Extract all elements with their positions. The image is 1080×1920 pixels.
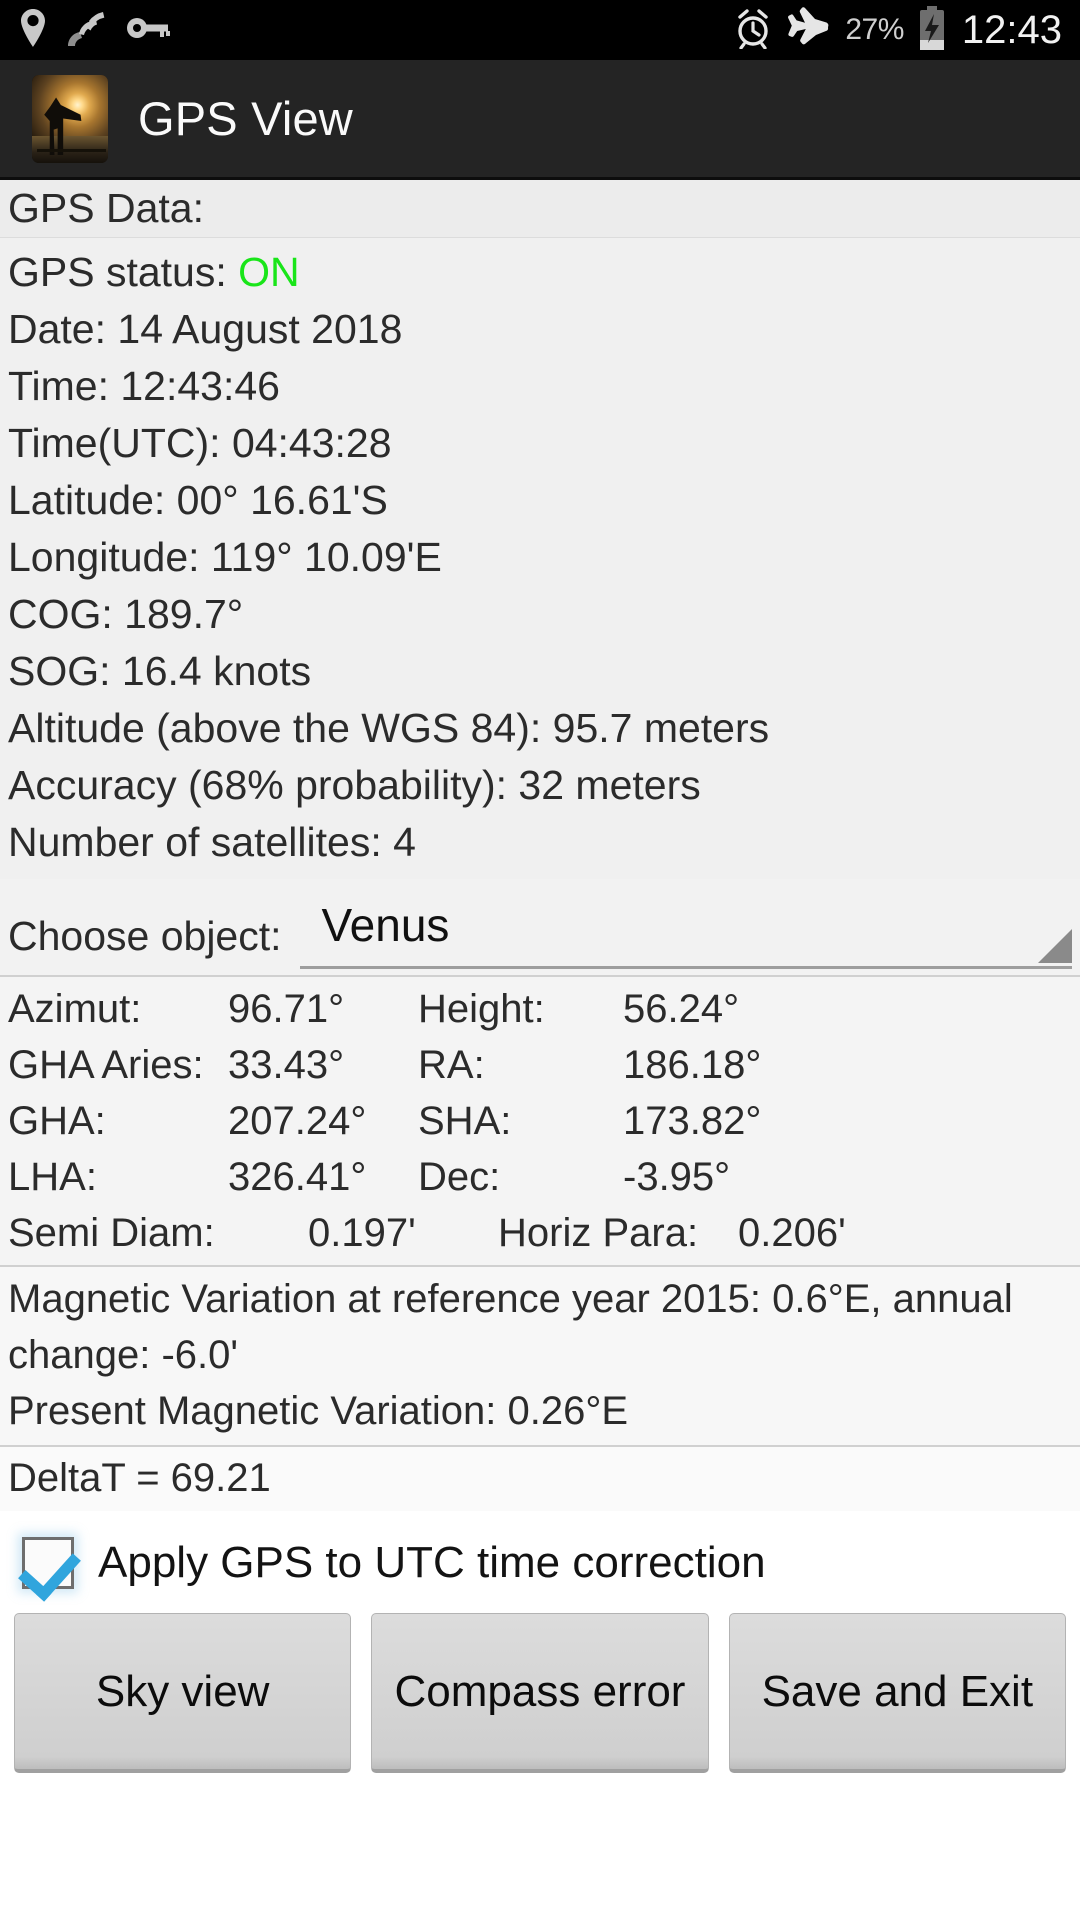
table-row: GHA: 207.24° SHA: 173.82° <box>0 1093 1080 1149</box>
astro-label-horiz-para: Horiz Para: <box>498 1211 699 1255</box>
delta-t-panel: DeltaT = 69.21 <box>0 1447 1080 1511</box>
astro-value-azimut: 96.71° <box>228 987 345 1031</box>
astro-value-gha-aries: 33.43° <box>228 1043 345 1087</box>
table-row: Semi Diam: 0.197' Horiz Para: 0.206' <box>0 1205 1080 1261</box>
astro-value-sha: 173.82° <box>623 1099 762 1143</box>
astro-value-lha: 326.41° <box>228 1155 367 1199</box>
apply-gps-utc-correction-row[interactable]: Apply GPS to UTC time correction <box>0 1511 1080 1607</box>
astro-value-gha: 207.24° <box>228 1099 367 1143</box>
astro-data-table: Azimut: 96.71° Height: 56.24° GHA Aries:… <box>0 977 1080 1265</box>
choose-object-label: Choose object: <box>8 913 282 959</box>
gps-satellite-icon <box>66 8 108 53</box>
gps-data-header: GPS Data: <box>8 185 204 231</box>
gps-latitude-line: Latitude: 00° 16.61'S <box>8 477 388 523</box>
action-bar: GPS View <box>0 60 1080 180</box>
gps-status-label: GPS status: <box>8 249 239 295</box>
compass-error-button[interactable]: Compass error <box>371 1613 709 1773</box>
present-magnetic-variation-text: Present Magnetic Variation: 0.26°E <box>8 1389 629 1433</box>
chevron-down-icon <box>1038 929 1072 963</box>
location-pin-icon <box>18 8 48 53</box>
choose-object-row: Choose object: Venus <box>0 879 1080 975</box>
save-and-exit-button[interactable]: Save and Exit <box>728 1613 1066 1773</box>
vpn-key-icon <box>126 15 170 46</box>
magnetic-variation-panel: Magnetic Variation at reference year 201… <box>0 1267 1080 1445</box>
bottom-spacer <box>0 1773 1080 1893</box>
battery-charging-icon <box>918 5 946 55</box>
gps-data-panel: GPS status: ON Date: 14 August 2018 Time… <box>0 238 1080 879</box>
choose-object-spinner[interactable]: Venus <box>299 895 1072 969</box>
magnetic-variation-text: Magnetic Variation at reference year 201… <box>8 1277 1013 1377</box>
gps-view-app-icon <box>32 74 108 163</box>
gps-cog-line: COG: 189.7° <box>8 591 244 637</box>
gps-status-line: GPS status: ON <box>0 244 1080 301</box>
status-bar-left-icons <box>18 8 170 53</box>
astro-label-height: Height: <box>418 987 545 1031</box>
gps-time-utc-line: Time(UTC): 04:43:28 <box>8 420 392 466</box>
astro-label-azimut: Azimut: <box>8 987 142 1031</box>
choose-object-value: Venus <box>321 899 450 951</box>
astro-label-gha-aries: GHA Aries: <box>8 1043 204 1087</box>
astro-label-lha: LHA: <box>8 1155 97 1199</box>
gps-time-line: Time: 12:43:46 <box>8 363 280 409</box>
main-content: GPS Data: GPS status: ON Date: 14 August… <box>0 180 1080 1893</box>
status-bar-clock: 12:43 <box>961 7 1062 52</box>
gps-data-header-panel: GPS Data: <box>0 180 1080 237</box>
status-bar-right-icons: 27% 12:43 <box>733 5 1062 55</box>
gps-longitude-line: Longitude: 119° 10.09'E <box>8 534 442 580</box>
apply-gps-utc-correction-checkbox[interactable] <box>22 1537 74 1589</box>
sky-view-button[interactable]: Sky view <box>14 1613 352 1773</box>
gps-satellites-line: Number of satellites: 4 <box>8 819 416 865</box>
astro-value-height: 56.24° <box>623 987 740 1031</box>
apply-gps-utc-correction-label: Apply GPS to UTC time correction <box>98 1538 766 1587</box>
astro-value-dec: -3.95° <box>623 1155 731 1199</box>
astro-label-semi-diam: Semi Diam: <box>8 1211 215 1255</box>
table-row: LHA: 326.41° Dec: -3.95° <box>0 1149 1080 1205</box>
button-row: Sky view Compass error Save and Exit <box>0 1607 1080 1773</box>
astro-value-semi-diam: 0.197' <box>308 1211 416 1255</box>
gps-accuracy-line: Accuracy (68% probability): 32 meters <box>8 762 701 808</box>
alarm-clock-icon <box>733 7 773 54</box>
delta-t-text: DeltaT = 69.21 <box>8 1456 271 1500</box>
astro-label-gha: GHA: <box>8 1099 106 1143</box>
table-row: GHA Aries: 33.43° RA: 186.18° <box>0 1037 1080 1093</box>
astro-label-ra: RA: <box>418 1043 485 1087</box>
astro-value-ra: 186.18° <box>623 1043 762 1087</box>
astro-label-dec: Dec: <box>418 1155 501 1199</box>
status-bar: 27% 12:43 <box>0 0 1080 60</box>
astro-label-sha: SHA: <box>418 1099 512 1143</box>
battery-percent-label: 27% <box>845 13 904 46</box>
gps-status-value: ON <box>238 249 300 295</box>
astro-value-horiz-para: 0.206' <box>738 1211 846 1255</box>
gps-sog-line: SOG: 16.4 knots <box>8 648 312 694</box>
airplane-mode-icon <box>787 6 831 54</box>
gps-date-line: Date: 14 August 2018 <box>8 306 403 352</box>
table-row: Azimut: 96.71° Height: 56.24° <box>0 981 1080 1037</box>
page-title: GPS View <box>138 92 353 145</box>
gps-altitude-line: Altitude (above the WGS 84): 95.7 meters <box>8 705 770 751</box>
